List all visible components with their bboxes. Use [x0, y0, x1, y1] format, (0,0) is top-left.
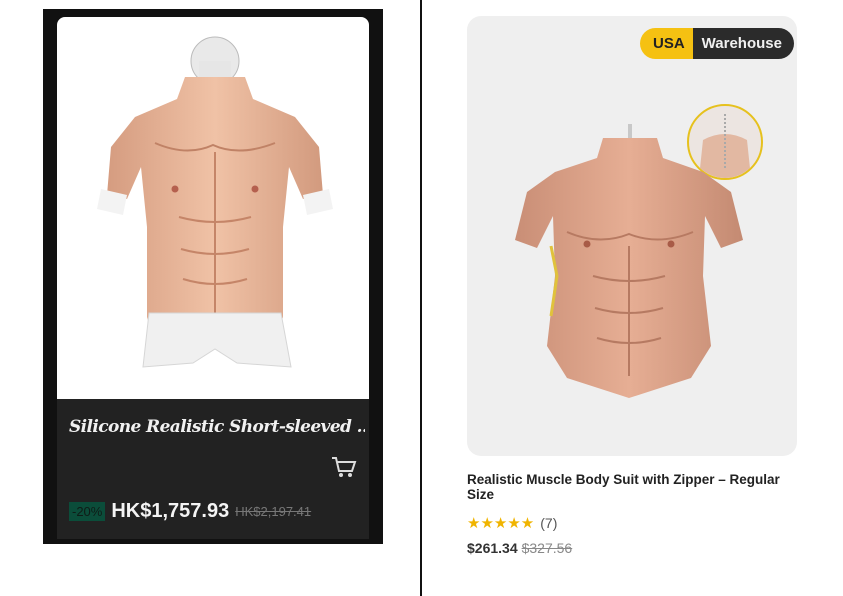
- shopping-cart-icon[interactable]: [331, 455, 357, 479]
- muscle-suit-image: [515, 124, 743, 398]
- badge-usa: USA: [640, 28, 693, 59]
- product-title[interactable]: Realistic Muscle Body Suit with Zipper –…: [467, 472, 807, 502]
- price-row: $261.34 $327.56: [467, 540, 572, 556]
- rating: ★★★★★ (7): [467, 514, 557, 532]
- original-price: HK$2,197.41: [235, 503, 312, 519]
- review-count[interactable]: (7): [540, 515, 557, 531]
- original-price: $327.56: [521, 540, 573, 556]
- current-price: HK$1,757.93: [111, 499, 230, 522]
- current-price: $261.34: [467, 540, 518, 556]
- star-rating-icon: ★★★★★: [467, 515, 535, 532]
- price-row: -20% HK$1,757.93 HK$2,197.41: [69, 497, 311, 525]
- product-card-right[interactable]: USA Warehouse: [467, 16, 797, 456]
- product-card-left[interactable]: Silicone Realistic Short-sleeved ... -20…: [43, 9, 383, 544]
- warehouse-badge: USA Warehouse: [640, 28, 794, 59]
- muscle-suit-image: [97, 36, 333, 368]
- column-divider: [420, 0, 422, 596]
- discount-badge: -20%: [69, 501, 106, 521]
- product-info-left: Silicone Realistic Short-sleeved ... -20…: [57, 399, 369, 539]
- product-image-left[interactable]: [57, 17, 369, 399]
- badge-warehouse: Warehouse: [692, 28, 794, 59]
- product-title[interactable]: Silicone Realistic Short-sleeved ...: [69, 417, 365, 437]
